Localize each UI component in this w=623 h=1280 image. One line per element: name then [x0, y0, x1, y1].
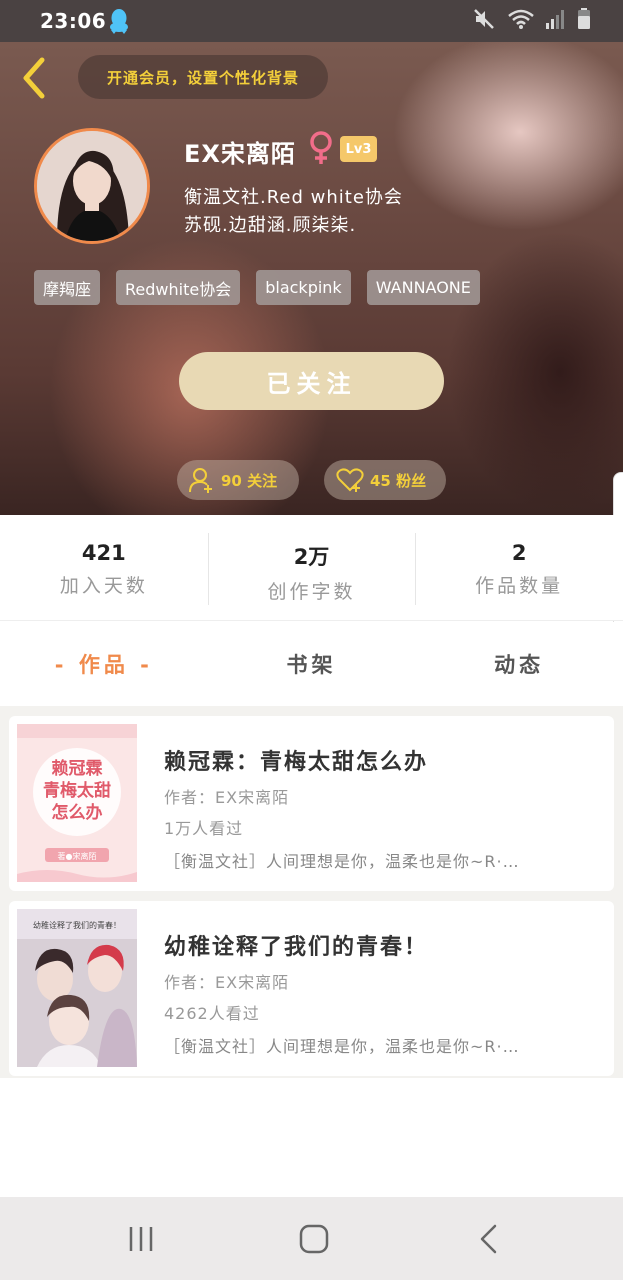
- recent-apps-icon[interactable]: [125, 1223, 157, 1255]
- stat-value: 2: [511, 541, 527, 565]
- qq-icon: [110, 9, 128, 34]
- status-time: 23:06: [40, 9, 107, 33]
- stat-label: 加入天数: [59, 575, 148, 597]
- cover-title-line: 幼稚诠释了我们的青春！: [33, 920, 121, 930]
- back-icon[interactable]: [473, 1223, 505, 1255]
- stat-label: 作品数量: [475, 575, 564, 597]
- level-badge: Lv3: [340, 136, 377, 162]
- profile-header: 开通会员，设置个性化背景 EX宋离陌 Lv3 衡温文社.Red white协会 …: [0, 42, 623, 515]
- work-read-count: 1万人看过: [164, 819, 244, 838]
- tag[interactable]: blackpink: [256, 270, 351, 305]
- work-author: 作者：EX宋离陌: [164, 973, 290, 992]
- tag[interactable]: WANNAONE: [366, 270, 480, 305]
- cover-title-line: 怎么办: [52, 802, 103, 823]
- status-bar: 23:06: [0, 0, 623, 42]
- vip-background-prompt[interactable]: 开通会员，设置个性化背景: [78, 55, 328, 99]
- user-bio: 衡温文社.Red white协会 苏砚.边甜涵.顾柒柒.: [184, 184, 403, 240]
- tab-bar: - 作品 - 书架 动态: [0, 622, 623, 706]
- wifi-icon: [508, 9, 534, 29]
- stat-word-count: 2万 创作字数: [207, 515, 416, 620]
- book-cover[interactable]: 赖冠霖 青梅太甜 怎么办 著●宋离陌: [17, 724, 137, 882]
- list-item[interactable]: 幼稚诠释了我们的青春！ 幼稚诠释了我们的青春！ 作者：EX宋离陌 4262人看过…: [9, 901, 614, 1076]
- back-arrow-icon[interactable]: [18, 56, 48, 100]
- work-read-count: 4262人看过: [164, 1004, 260, 1023]
- stat-works-count: 2 作品数量: [415, 515, 623, 620]
- fans-count: 45 粉丝: [370, 471, 427, 490]
- heart-icon: [336, 468, 364, 492]
- fans-button[interactable]: 45 粉丝: [324, 460, 446, 500]
- avatar[interactable]: [34, 128, 150, 244]
- user-name: EX宋离陌: [184, 140, 296, 168]
- following-button[interactable]: 90 关注: [177, 460, 299, 500]
- bio-line: 苏砚.边甜涵.顾柒柒.: [184, 215, 357, 236]
- stat-value: 421: [81, 541, 126, 565]
- stats-row: 421 加入天数 2万 创作字数 2 作品数量: [0, 515, 623, 621]
- tag[interactable]: 摩羯座: [34, 270, 101, 305]
- tag-list: 摩羯座 Redwhite协会 blackpink WANNAONE: [34, 270, 480, 305]
- tag[interactable]: Redwhite协会: [116, 270, 241, 305]
- list-item[interactable]: 赖冠霖 青梅太甜 怎么办 著●宋离陌 赖冠霖：青梅太甜怎么办 作者：EX宋离陌 …: [9, 716, 614, 891]
- add-user-icon: [189, 468, 212, 493]
- work-description: ［衡温文社］人间理想是你，温柔也是你~R·…: [164, 852, 520, 871]
- stat-join-days: 421 加入天数: [0, 515, 208, 620]
- work-title[interactable]: 赖冠霖：青梅太甜怎么办: [164, 744, 428, 776]
- tab-works[interactable]: - 作品 -: [0, 622, 208, 706]
- signal-icon: [546, 10, 564, 29]
- work-author: 作者：EX宋离陌: [164, 788, 290, 807]
- system-nav-bar: [0, 1197, 623, 1280]
- tab-bookshelf[interactable]: 书架: [208, 622, 416, 706]
- cover-title-line: 赖冠霖: [52, 758, 103, 779]
- mute-icon: [474, 9, 494, 29]
- female-gender-icon: [310, 131, 332, 164]
- tab-activity[interactable]: 动态: [415, 622, 623, 706]
- home-icon[interactable]: [298, 1223, 330, 1255]
- stat-value: 2万: [293, 545, 330, 569]
- book-cover[interactable]: 幼稚诠释了我们的青春！: [17, 909, 137, 1067]
- follow-button[interactable]: 已关注: [179, 352, 444, 410]
- work-title[interactable]: 幼稚诠释了我们的青春！: [164, 929, 428, 961]
- battery-icon: [578, 8, 590, 29]
- work-description: ［衡温文社］人间理想是你，温柔也是你~R·…: [164, 1037, 520, 1056]
- works-list: 赖冠霖 青梅太甜 怎么办 著●宋离陌 赖冠霖：青梅太甜怎么办 作者：EX宋离陌 …: [0, 706, 623, 1078]
- cover-title-line: 青梅太甜: [43, 780, 111, 801]
- stat-label: 创作字数: [267, 581, 356, 603]
- cover-author-badge: 著●宋离陌: [58, 851, 97, 861]
- following-count: 90 关注: [221, 471, 278, 490]
- bio-line: 衡温文社.Red white协会: [184, 187, 403, 208]
